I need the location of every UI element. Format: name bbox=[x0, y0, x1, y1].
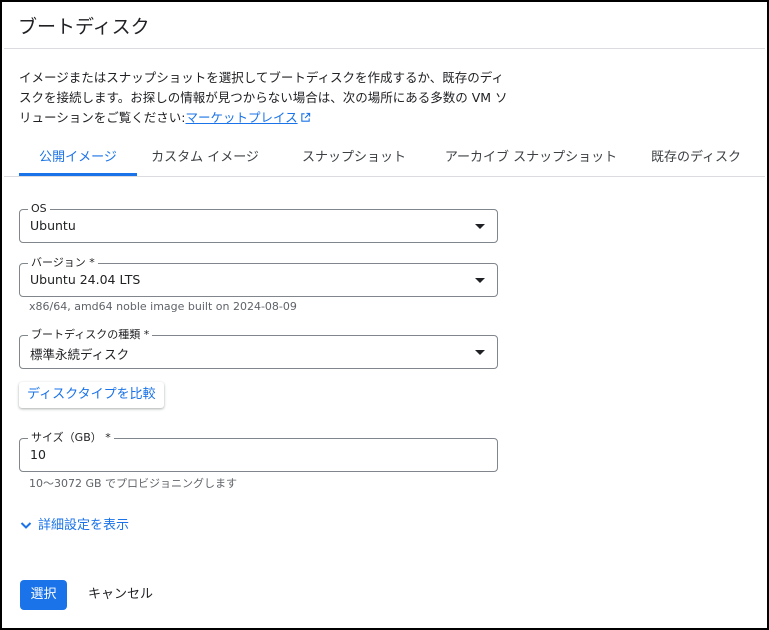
size-value: 10 bbox=[30, 447, 46, 462]
select-button[interactable]: 選択 bbox=[20, 580, 67, 610]
external-link-icon[interactable] bbox=[300, 109, 311, 129]
tab-existing-disks[interactable]: 既存のディスク bbox=[645, 142, 747, 176]
dropdown-arrow-icon bbox=[475, 278, 485, 283]
chevron-down-icon bbox=[20, 519, 32, 534]
tab-archive-snapshots[interactable]: アーカイブ スナップショット bbox=[439, 142, 623, 176]
dialog-title: ブートディスク bbox=[18, 16, 150, 38]
disk-type-value: 標準永続ディスク bbox=[30, 347, 130, 362]
size-hint: 10～3072 GB でプロビジョニングします bbox=[29, 477, 238, 490]
dialog-description: イメージまたはスナップショットを選択してブートディスクを作成するか、既存のディ … bbox=[19, 68, 509, 129]
disk-type-label: ブートディスクの種類 * bbox=[28, 328, 153, 342]
disk-type-select[interactable]: ブートディスクの種類 * 標準永続ディスク bbox=[19, 328, 498, 369]
description-line-3: リューションをご覧ください: bbox=[19, 110, 186, 125]
tab-public-images[interactable]: 公開イメージ bbox=[19, 142, 137, 176]
title-divider bbox=[4, 48, 765, 49]
tab-snapshots[interactable]: スナップショット bbox=[295, 142, 413, 176]
size-label: サイズ（GB） * bbox=[28, 431, 114, 445]
marketplace-link[interactable]: マーケットプレイス bbox=[185, 110, 297, 125]
version-hint: x86/64, amd64 noble image built on 2024-… bbox=[29, 300, 297, 313]
show-advanced-label: 詳細設定を表示 bbox=[38, 518, 130, 533]
os-select[interactable]: OS Ubuntu bbox=[19, 202, 498, 243]
version-value: Ubuntu 24.04 LTS bbox=[30, 272, 141, 287]
description-line-1: イメージまたはスナップショットを選択してブートディスクを作成するか、既存のディ bbox=[19, 70, 504, 85]
description-line-2: スクを接続します。お探しの情報が見つからない場合は、次の場所にある多数の VM … bbox=[19, 90, 508, 105]
tabs-divider bbox=[4, 176, 765, 177]
tab-custom-images[interactable]: カスタム イメージ bbox=[145, 142, 265, 176]
version-label: バージョン * bbox=[28, 256, 98, 270]
cancel-button[interactable]: キャンセル bbox=[88, 580, 153, 610]
os-value: Ubuntu bbox=[30, 218, 76, 233]
marketplace-link-label: マーケットプレイス bbox=[185, 110, 298, 125]
size-input[interactable]: サイズ（GB） * 10 bbox=[19, 431, 498, 472]
dropdown-arrow-icon bbox=[475, 350, 485, 355]
os-label: OS bbox=[28, 202, 50, 216]
image-source-tabs: 公開イメージ カスタム イメージ スナップショット アーカイブ スナップショット… bbox=[19, 142, 765, 176]
show-advanced-toggle[interactable]: 詳細設定を表示 bbox=[20, 514, 129, 534]
dropdown-arrow-icon bbox=[475, 224, 485, 229]
version-select[interactable]: バージョン * Ubuntu 24.04 LTS bbox=[19, 256, 498, 297]
boot-disk-dialog: ブートディスク イメージまたはスナップショットを選択してブートディスクを作成する… bbox=[0, 0, 769, 630]
compare-disk-types-button[interactable]: ディスクタイプを比較 bbox=[19, 382, 164, 408]
